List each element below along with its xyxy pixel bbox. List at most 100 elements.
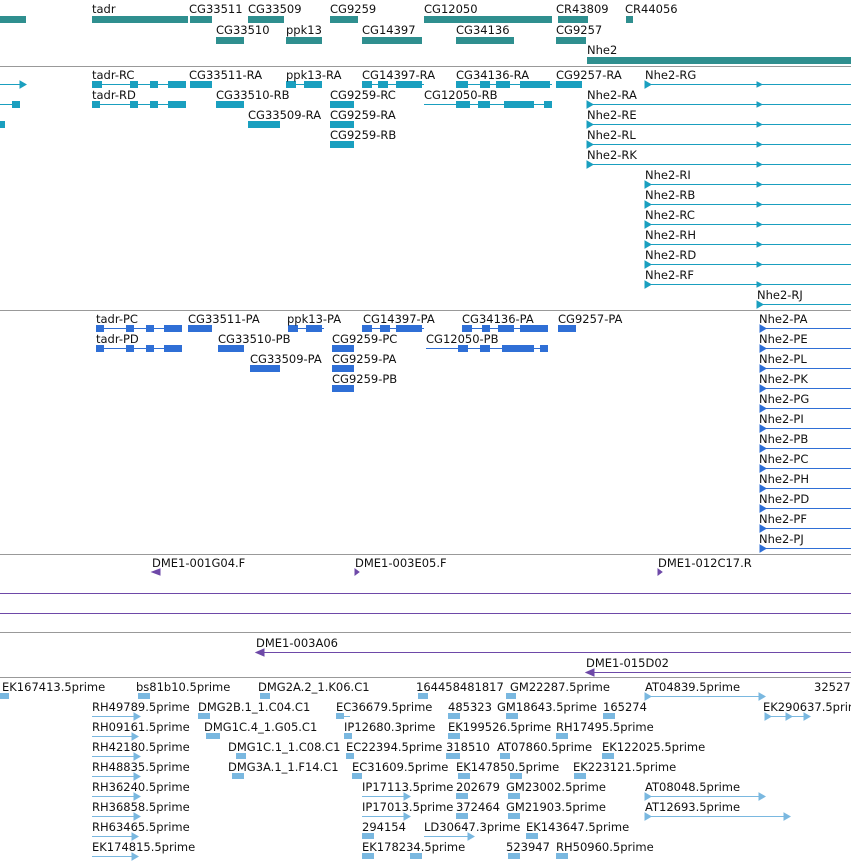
est-label[interactable]: 485323: [448, 700, 492, 714]
transcript-label[interactable]: Nhe2-RE: [587, 108, 637, 122]
transcript-label[interactable]: Nhe2-RL: [587, 128, 636, 142]
protein-label[interactable]: ppk13-PA: [287, 312, 341, 326]
est-label[interactable]: GM18643.5prime: [497, 700, 597, 714]
est-label[interactable]: RH48835.5prime: [92, 760, 190, 774]
est-label[interactable]: DMG2A.2_1.K06.C1: [258, 680, 370, 694]
est-label[interactable]: EC36679.5prime: [336, 700, 432, 714]
protein-label[interactable]: Nhe2-PL: [759, 352, 807, 366]
est-label[interactable]: DMG1C.4_1.G05.C1: [204, 720, 317, 734]
est-label[interactable]: 318510: [446, 740, 490, 754]
transcript-label[interactable]: CG33509-RA: [248, 108, 321, 122]
protein-label[interactable]: CG33510-PB: [218, 332, 291, 346]
est-label[interactable]: bs81b10.5prime: [136, 680, 230, 694]
gene-glyph[interactable]: [456, 37, 514, 44]
transcript-label[interactable]: Nhe2-RJ: [757, 288, 803, 302]
transcript-label[interactable]: tadr-RD: [92, 88, 136, 102]
protein-label[interactable]: Nhe2-PH: [759, 472, 809, 486]
gene-glyph[interactable]: [190, 16, 212, 23]
est-label[interactable]: GM22287.5prime: [510, 680, 610, 694]
transcript-label[interactable]: Nhe2-RH: [645, 228, 696, 242]
gene-glyph[interactable]: [92, 16, 188, 23]
est-label[interactable]: RH63465.5prime: [92, 820, 190, 834]
protein-label[interactable]: Nhe2-PD: [759, 492, 809, 506]
transcript-label[interactable]: CG9259-RB: [330, 128, 396, 142]
protein-label[interactable]: Nhe2-PA: [759, 312, 808, 326]
gene-label[interactable]: CG9259: [330, 2, 376, 16]
gene-glyph[interactable]: [286, 37, 322, 44]
protein-label[interactable]: tadr-PD: [96, 332, 139, 346]
est-label[interactable]: LD30647.3prime: [424, 820, 520, 834]
gene-label[interactable]: CG14397: [362, 23, 416, 37]
est-label[interactable]: EK199526.5prime: [448, 720, 551, 734]
transcript-label[interactable]: tadr-RC: [92, 68, 134, 82]
est-label[interactable]: IP17113.5prime: [362, 780, 453, 794]
est-label[interactable]: DMG1C.1_1.C08.C1: [228, 740, 340, 754]
protein-label[interactable]: CG33509-PA: [250, 352, 322, 366]
gene-glyph[interactable]: [626, 16, 633, 23]
clone-label[interactable]: DME1-015D02: [586, 656, 669, 670]
transcript-label[interactable]: CG33511-RA: [189, 68, 262, 82]
protein-label[interactable]: CG9259-PB: [332, 372, 397, 386]
protein-label[interactable]: Nhe2-PE: [759, 332, 808, 346]
gene-label[interactable]: tadr: [92, 2, 116, 16]
transcript-label[interactable]: Nhe2-RD: [645, 248, 696, 262]
est-label[interactable]: GM23002.5prime: [506, 780, 606, 794]
transcript-label[interactable]: Nhe2-RA: [587, 88, 637, 102]
gene-label[interactable]: CG33509: [248, 2, 302, 16]
transcript-label[interactable]: Nhe2-RC: [645, 208, 695, 222]
protein-label[interactable]: tadr-PC: [96, 312, 138, 326]
gene-glyph[interactable]: [556, 37, 586, 44]
gene-label[interactable]: Nhe2: [587, 43, 617, 57]
est-label[interactable]: AT12693.5prime: [645, 800, 740, 814]
protein-label[interactable]: CG9257-PA: [558, 312, 622, 326]
gene-label[interactable]: CG33510: [216, 23, 270, 37]
clone-label[interactable]: DME1-003A06: [256, 636, 338, 650]
est-label[interactable]: EC31609.5prime: [352, 760, 448, 774]
protein-label[interactable]: CG14397-PA: [363, 312, 435, 326]
protein-label[interactable]: Nhe2-PK: [759, 372, 808, 386]
transcript-label[interactable]: CG9257-RA: [556, 68, 622, 82]
protein-label[interactable]: Nhe2-PB: [759, 432, 808, 446]
protein-label[interactable]: Nhe2-PI: [759, 412, 804, 426]
clone-end-label[interactable]: DME1-012C17.R: [658, 556, 752, 570]
est-label[interactable]: RH49789.5prime: [92, 700, 190, 714]
gene-label[interactable]: CR44056: [625, 2, 678, 16]
est-label[interactable]: EK143647.5prime: [526, 820, 629, 834]
est-label[interactable]: RH09161.5prime: [92, 720, 190, 734]
protein-label[interactable]: CG12050-PB: [426, 332, 499, 346]
est-label[interactable]: 32527: [814, 680, 851, 694]
protein-label[interactable]: Nhe2-PG: [759, 392, 809, 406]
gene-label[interactable]: CG12050: [424, 2, 478, 16]
clone-end-label[interactable]: DME1-001G04.F: [152, 556, 245, 570]
transcript-label[interactable]: CG33510-RB: [216, 88, 290, 102]
gene-glyph[interactable]: [587, 57, 851, 64]
transcript-label[interactable]: CG34136-RA: [456, 68, 529, 82]
est-label[interactable]: RH50960.5prime: [556, 840, 654, 854]
est-label[interactable]: 202679: [456, 780, 500, 794]
est-label[interactable]: EK223121.5prime: [573, 760, 676, 774]
est-label[interactable]: 294154: [362, 820, 406, 834]
est-label[interactable]: 372464: [456, 800, 500, 814]
protein-label[interactable]: CG9259-PC: [332, 332, 397, 346]
transcript-label[interactable]: ppk13-RA: [286, 68, 341, 82]
protein-label[interactable]: CG33511-PA: [188, 312, 260, 326]
est-label[interactable]: AT04839.5prime: [645, 680, 740, 694]
clone-end-label[interactable]: DME1-003E05.F: [355, 556, 447, 570]
est-label[interactable]: RH42180.5prime: [92, 740, 190, 754]
est-label[interactable]: EK122025.5prime: [602, 740, 705, 754]
est-label[interactable]: EK290637.5prime: [763, 700, 851, 714]
transcript-label[interactable]: Nhe2-RK: [587, 148, 637, 162]
est-label[interactable]: DMG3A.1_1.F14.C1: [228, 760, 339, 774]
protein-label[interactable]: Nhe2-PC: [759, 452, 808, 466]
est-label[interactable]: RH36240.5prime: [92, 780, 190, 794]
est-label[interactable]: DMG2B.1_1.C04.C1: [198, 700, 310, 714]
gene-glyph[interactable]: [330, 16, 358, 23]
transcript-label[interactable]: Nhe2-RI: [645, 168, 691, 182]
transcript-label[interactable]: Nhe2-RG: [645, 68, 696, 82]
est-label[interactable]: IP12680.3prime: [344, 720, 435, 734]
gene-label[interactable]: CR43809: [556, 2, 609, 16]
est-label[interactable]: 164458481817: [416, 680, 504, 694]
gene-label[interactable]: CG33511: [189, 2, 243, 16]
est-label[interactable]: RH17495.5prime: [556, 720, 654, 734]
est-label[interactable]: 523947: [506, 840, 550, 854]
